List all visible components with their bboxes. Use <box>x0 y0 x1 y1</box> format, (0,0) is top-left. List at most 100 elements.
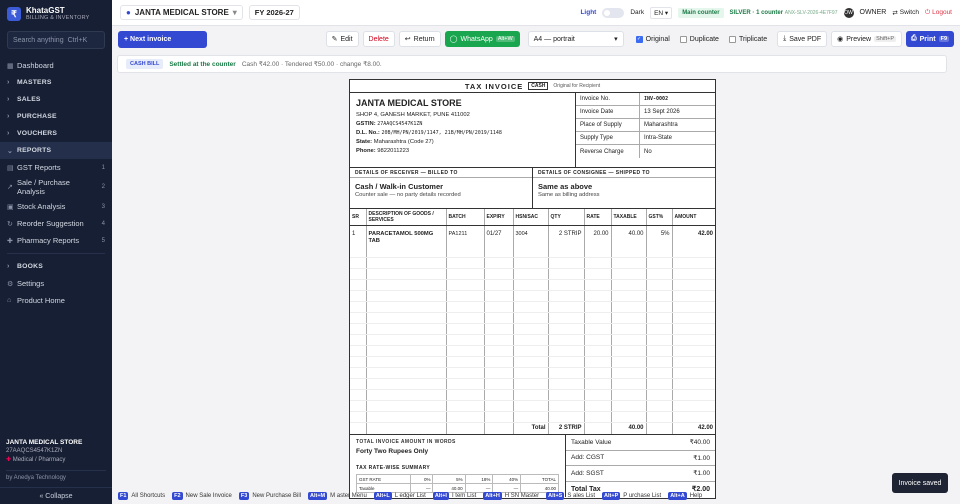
return-button[interactable]: ↩ Return <box>398 31 441 47</box>
paper-size-select[interactable]: A4 — portrait ▾ <box>527 31 624 47</box>
chevron-down-icon: ▾ <box>232 8 237 17</box>
sidebar-item-reorder-suggestion[interactable]: ↻ Reorder Suggestion 4 <box>0 215 112 232</box>
counter-badge[interactable]: Main counter <box>678 7 724 18</box>
original-checkbox[interactable]: ✓ Original <box>635 35 670 43</box>
shortcut-key[interactable]: Alt+M <box>308 491 328 500</box>
app-logo[interactable]: ₹ KhataGST BILLING & INVENTORY <box>0 0 112 28</box>
refresh-icon: ↻ <box>7 220 13 228</box>
empty-row <box>350 378 715 390</box>
shortcut-key[interactable]: F1 <box>118 491 129 500</box>
sidebar-item-label: Reorder Suggestion <box>17 219 84 228</box>
seller-gstin: GSTIN: 27AAQCS4547K1ZN <box>356 121 569 128</box>
shortcut-key[interactable]: Alt+S <box>546 491 565 500</box>
sidebar-item-stock-analysis[interactable]: ▣ Stock Analysis 3 <box>0 198 112 215</box>
item-taxable: 40.00 <box>611 225 647 247</box>
home-icon: ⌂ <box>7 297 12 304</box>
collapse-sidebar-button[interactable]: « Collapse <box>0 487 112 504</box>
rate-summary-heading: TAX RATE-WISE SUMMARY <box>356 465 431 471</box>
invoice-document: TAX INVOICE CASH Original for Recipient … <box>349 79 716 499</box>
switch-user-button[interactable]: ⇄ Switch <box>892 9 919 17</box>
logout-icon: ⏻ <box>924 8 931 16</box>
consignee-name: Same as above <box>538 182 593 191</box>
sidebar-item-pharmacy-reports[interactable]: ✚ Pharmacy Reports 5 <box>0 232 112 249</box>
sidebar-item-product-home[interactable]: ⌂ Product Home <box>0 292 112 309</box>
triplicate-checkbox[interactable]: Triplicate <box>728 35 767 43</box>
empty-row <box>350 246 715 258</box>
logout-button[interactable]: ⏻ Logout <box>925 9 952 17</box>
sidebar-item-purchase[interactable]: › PURCHASE <box>0 108 112 125</box>
sidebar-search[interactable]: Search anything Ctrl+K <box>7 31 105 49</box>
shortcut-label[interactable]: P urchase List <box>623 493 661 499</box>
chevron-right-icon: › <box>7 113 10 120</box>
sidebar-item-reports[interactable]: ⌄ REPORTS <box>0 142 112 159</box>
top-bar: ● JANTA MEDICAL STORE ▾ FY 2026-27 Light… <box>112 0 960 26</box>
save-pdf-label: Save PDF <box>789 35 822 43</box>
sidebar-item-settings[interactable]: ⚙ Settings <box>0 275 112 292</box>
gstin-label: GSTIN: <box>356 121 376 127</box>
shortcut-key[interactable]: Alt+I <box>432 491 449 500</box>
sidebar-item-books[interactable]: › BOOKS <box>0 258 112 275</box>
chevron-down-icon: ▾ <box>614 36 618 43</box>
shortcut-label[interactable]: M aster Menu <box>330 493 367 499</box>
sidebar-item-vouchers[interactable]: › VOUCHERS <box>0 125 112 142</box>
cash-bill-badge: CASH BILL <box>126 59 164 69</box>
save-pdf-button[interactable]: ⤓ Save PDF <box>777 31 828 47</box>
consignee-details: DETAILS OF CONSIGNEE — SHIPPED TO Same a… <box>532 168 715 208</box>
shortcut-key[interactable]: F2 <box>172 491 183 500</box>
vendor-credit: by Anedya Technology <box>6 470 106 481</box>
shortcut-key[interactable]: Alt+L <box>373 491 392 500</box>
reverse-charge: No <box>644 148 652 155</box>
sidebar-item-masters[interactable]: › MASTERS <box>0 74 112 91</box>
shortcut-label[interactable]: S ales List <box>567 493 595 499</box>
meta-row: Place of Supply Maharashtra <box>576 119 715 132</box>
copy-type: Original for Recipient <box>553 83 601 89</box>
edit-button[interactable]: ✎ Edit <box>325 31 359 47</box>
shortcut-label[interactable]: Help <box>690 493 702 499</box>
store-selector[interactable]: ● JANTA MEDICAL STORE ▾ <box>120 5 243 20</box>
sidebar-divider <box>7 253 105 254</box>
phone-label: Phone: <box>356 148 376 154</box>
sidebar-item-sale-purchase-analysis[interactable]: ↗ Sale / Purchase Analysis 2 <box>0 176 112 198</box>
theme-light-label: Light <box>580 9 597 16</box>
delete-button[interactable]: Delete <box>362 31 395 47</box>
shortcut-label[interactable]: L edger List <box>395 493 426 499</box>
shortcut-label[interactable]: New Purchase Bill <box>252 493 301 499</box>
sidebar-item-dashboard[interactable]: ▦ Dashboard <box>0 57 112 74</box>
state-value: Maharashtra (Code 27) <box>373 139 434 145</box>
shortcut-key[interactable]: Alt+P <box>602 491 621 500</box>
shortcut-label[interactable]: H SN Master <box>505 493 539 499</box>
shortcut-label[interactable]: New Sale Invoice <box>186 493 232 499</box>
next-invoice-button[interactable]: + Next invoice <box>118 30 207 48</box>
meta-key: Place of Supply <box>576 119 640 131</box>
preview-shortcut: Shift+P <box>874 36 897 42</box>
whatsapp-button[interactable]: ◯ WhatsApp Alt+W <box>444 31 520 47</box>
sidebar-item-label: Sale / Purchase Analysis <box>17 178 70 196</box>
sidebar-item-badge: 2 <box>101 183 105 190</box>
theme-toggle[interactable] <box>602 7 625 18</box>
meta-key: Reverse Charge <box>576 145 640 158</box>
rate-col: TOTAL <box>520 474 559 484</box>
shortcut-key[interactable]: Alt+A <box>668 491 687 500</box>
sidebar-item-gst-reports[interactable]: ▤ GST Reports 1 <box>0 159 112 176</box>
meta-row: Reverse Charge No <box>576 145 715 158</box>
sidebar-item-label: SALES <box>17 96 41 103</box>
sidebar-item-label: BOOKS <box>17 263 43 270</box>
duplicate-checkbox[interactable]: Duplicate <box>679 35 719 43</box>
fy-selector[interactable]: FY 2026-27 <box>248 5 300 20</box>
preview-button[interactable]: ◉ Preview Shift+P <box>831 31 903 47</box>
original-label: Original <box>645 35 670 43</box>
sidebar-item-label: GST Reports <box>17 163 61 172</box>
shortcut-key[interactable]: Alt+H <box>483 491 502 500</box>
language-select[interactable]: EN ▾ <box>650 6 673 19</box>
plan-code: ANX-SLV-2026-4E7F97 <box>784 9 838 16</box>
rate-col: 5% <box>432 474 466 484</box>
shortcut-key[interactable]: F3 <box>238 491 250 500</box>
sidebar-item-sales[interactable]: › SALES <box>0 91 112 108</box>
whatsapp-shortcut: Alt+W <box>495 36 515 42</box>
print-button[interactable]: ⎙ Print F9 <box>906 31 954 47</box>
col-gst: GST% <box>646 209 673 226</box>
meta-key: Invoice No. <box>576 93 640 105</box>
shortcut-label[interactable]: I tem List <box>452 493 476 499</box>
shortcut-label[interactable]: All Shortcuts <box>131 493 165 499</box>
avatar[interactable]: OW <box>843 7 854 18</box>
